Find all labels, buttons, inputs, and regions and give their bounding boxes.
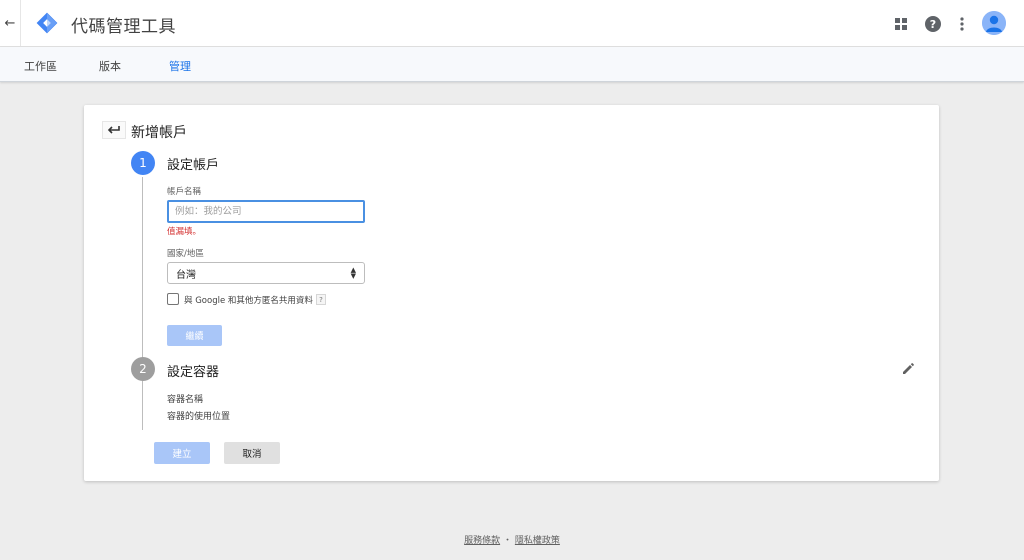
cancel-button[interactable]: 取消 <box>224 442 280 464</box>
create-button[interactable]: 建立 <box>154 442 210 464</box>
share-data-checkbox[interactable] <box>167 293 179 305</box>
tag-manager-logo-icon <box>36 12 58 34</box>
step2-title: 設定容器 <box>167 365 220 380</box>
tab-workspace[interactable]: 工作區 <box>24 58 57 74</box>
help-icon[interactable]: ? <box>922 13 944 35</box>
tab-admin[interactable]: 管理 <box>169 58 191 74</box>
footer: 服務條款 ・ 隱私權政策 <box>0 533 1024 546</box>
step1-title: 設定帳戶 <box>167 158 220 173</box>
more-vert-icon[interactable] <box>951 13 973 35</box>
share-data-label: 與 Google 和其他方匿名共用資料 <box>184 296 313 306</box>
privacy-link[interactable]: 隱私權政策 <box>515 536 560 546</box>
account-name-label: 帳戶名稱 <box>167 187 202 197</box>
card-title: 新增帳戶 <box>131 125 187 141</box>
required-error-msg: 值漏填。 <box>167 227 202 237</box>
select-arrows-icon: ▲ ▼ <box>350 266 356 280</box>
step2-number: 2 <box>131 357 155 381</box>
stepper-line <box>142 177 143 430</box>
country-select[interactable]: 台灣 ▲ ▼ <box>167 262 365 284</box>
country-select-value: 台灣 <box>176 269 196 281</box>
card-back-button[interactable] <box>102 121 126 139</box>
container-usage-label: 容器的使用位置 <box>167 412 231 422</box>
arrow-left-icon: ← <box>4 15 16 31</box>
footer-separator: ・ <box>502 536 512 546</box>
edit-pencil-icon[interactable] <box>901 362 915 376</box>
tab-versions[interactable]: 版本 <box>99 58 121 74</box>
back-button[interactable]: ← <box>0 0 21 46</box>
step1-number: 1 <box>131 151 155 175</box>
help-question-icon[interactable]: ? <box>316 294 326 305</box>
country-label: 國家/地區 <box>167 249 204 259</box>
apps-grid-icon[interactable] <box>890 13 912 35</box>
svg-text:?: ? <box>930 18 936 31</box>
account-name-input[interactable] <box>167 200 365 223</box>
app-title: 代碼管理工具 <box>71 17 176 37</box>
tab-bar: 工作區 版本 管理 <box>0 47 1024 82</box>
account-avatar[interactable] <box>982 11 1006 35</box>
terms-link[interactable]: 服務條款 <box>464 536 500 546</box>
new-account-card: 新增帳戶 1 設定帳戶 帳戶名稱 值漏填。 國家/地區 台灣 ▲▼ 與 Goog… <box>84 105 939 481</box>
top-app-bar: ← 代碼管理工具 ? <box>0 0 1024 47</box>
return-arrow-icon <box>107 126 120 134</box>
container-name-label: 容器名稱 <box>167 395 204 405</box>
continue-button[interactable]: 繼續 <box>167 325 222 346</box>
